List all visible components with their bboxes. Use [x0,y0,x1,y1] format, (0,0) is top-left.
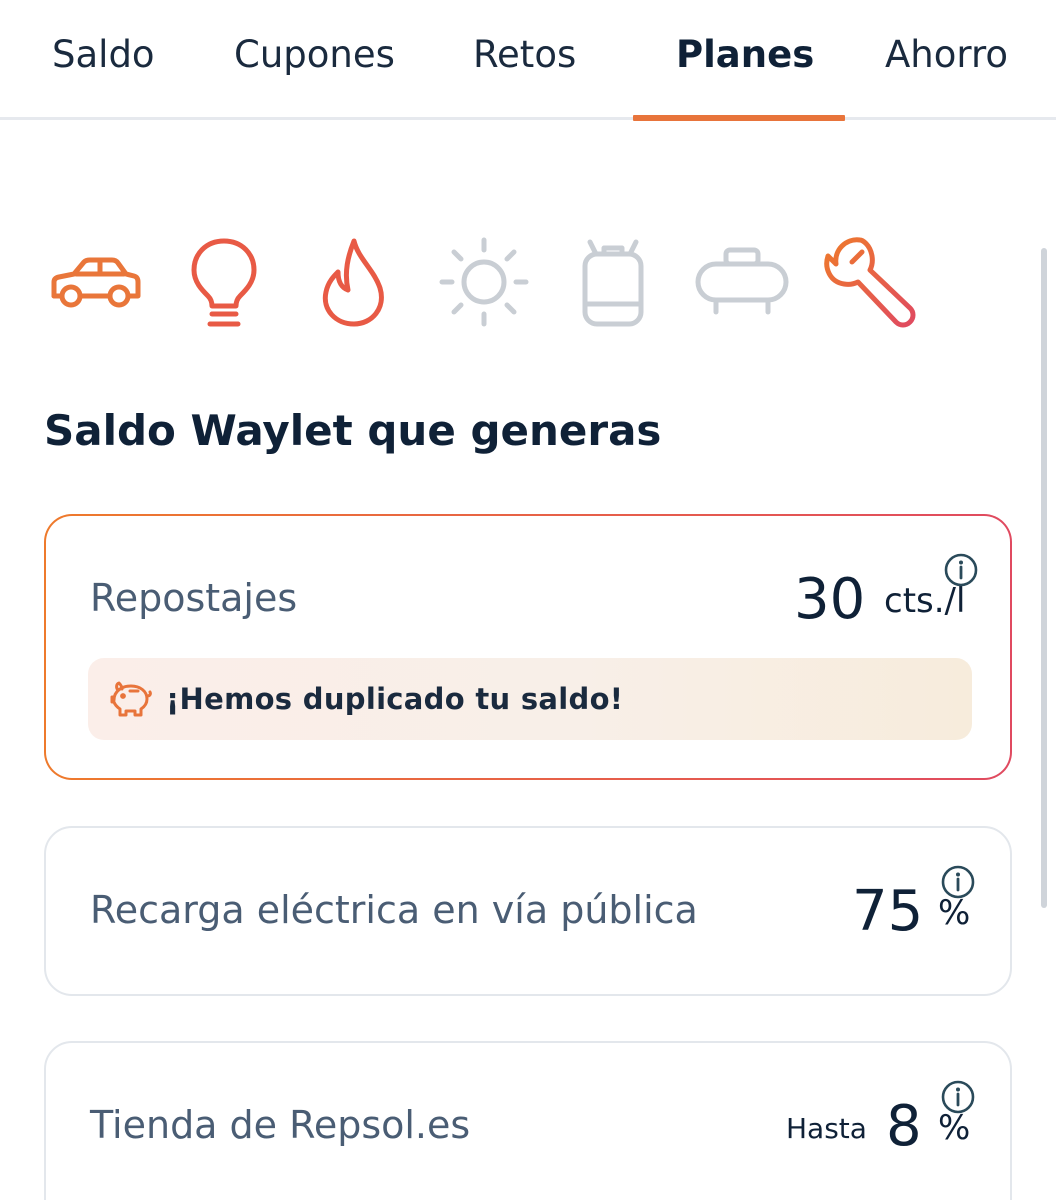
card-unit-repostajes: cts./l [884,581,966,621]
tab-retos[interactable]: Retos [473,30,576,80]
tab-planes[interactable]: Planes [676,30,814,80]
propane-tank-icon[interactable] [694,232,790,332]
info-icon[interactable] [940,1079,976,1115]
card-label-tienda: Tienda de Repsol.es [90,1103,471,1147]
scrollbar[interactable] [1041,248,1047,908]
fuel-plan-card[interactable]: Repostajes 30 cts./l ¡Hemos duplicado tu… [44,514,1012,780]
card-value-tienda: 8 [886,1094,922,1159]
wrench-icon[interactable] [822,232,918,332]
car-icon[interactable] [50,232,142,332]
info-icon[interactable] [940,864,976,900]
promo-banner: ¡Hemos duplicado tu saldo! [88,658,972,740]
info-icon[interactable] [943,552,979,588]
electric-recharge-plan-card[interactable]: Recarga eléctrica en vía pública 75 % [44,826,1012,996]
sun-icon[interactable] [438,232,530,332]
card-label-recarga: Recarga eléctrica en vía pública [90,888,698,932]
active-tab-indicator [633,115,845,121]
tab-ahorro[interactable]: Ahorro [885,30,1008,80]
card-label-repostajes: Repostajes [90,576,298,620]
section-title: Saldo Waylet que generas [44,406,662,455]
gas-cylinder-icon[interactable] [580,232,646,332]
tab-bar: Saldo Cupones Retos Planes Ahorro [0,0,1056,121]
card-prefix-tienda: Hasta [786,1112,867,1145]
piggy-bank-icon [110,681,152,717]
tab-saldo[interactable]: Saldo [52,30,155,80]
card-unit-recarga: % [938,893,971,933]
card-value-repostajes: 30 [794,567,866,632]
card-value-recarga: 75 [852,879,924,944]
flame-icon[interactable] [318,232,390,332]
lightbulb-icon[interactable] [188,232,260,332]
card-unit-tienda: % [938,1108,971,1148]
promo-text: ¡Hemos duplicado tu saldo! [166,682,624,716]
tab-cupones[interactable]: Cupones [234,30,395,80]
repsol-store-plan-card[interactable]: Tienda de Repsol.es Hasta 8 % [44,1041,1012,1200]
